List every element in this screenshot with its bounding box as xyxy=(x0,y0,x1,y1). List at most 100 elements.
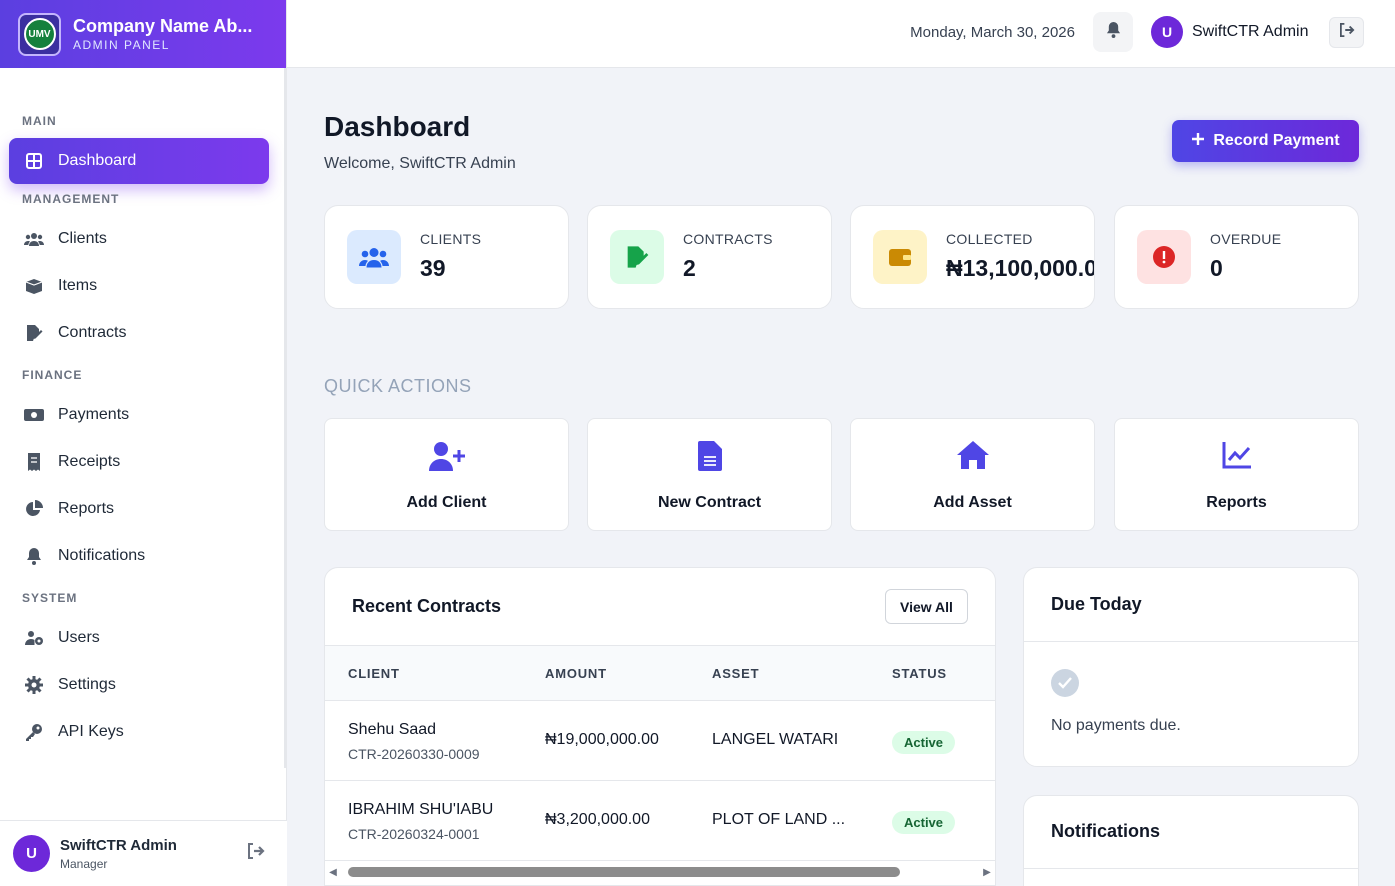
column-header-amount[interactable]: AMOUNT xyxy=(545,666,607,681)
money-bill-icon xyxy=(24,405,44,425)
welcome-text: Welcome, SwiftCTR Admin xyxy=(324,155,516,172)
avatar[interactable]: U xyxy=(13,835,50,872)
view-all-button[interactable]: View All xyxy=(885,589,968,624)
table-row[interactable]: Shehu Saad CTR-20260330-0009 ₦19,000,000… xyxy=(325,701,995,781)
quick-actions-title: QUICK ACTIONS xyxy=(324,376,472,396)
avatar: U xyxy=(1151,16,1183,48)
section-finance: FINANCE xyxy=(22,368,83,382)
sidebar-item-settings[interactable]: Settings xyxy=(0,662,269,708)
sidebar-item-dashboard[interactable]: Dashboard xyxy=(9,138,269,184)
page-title: Dashboard xyxy=(324,111,471,142)
user-plus-icon xyxy=(325,441,568,473)
status-badge: Active xyxy=(892,731,956,754)
pie-chart-icon xyxy=(24,499,44,519)
recent-contracts-title: Recent Contracts xyxy=(352,596,502,616)
contract-amount: ₦19,000,000.00 xyxy=(545,731,659,748)
logout-icon[interactable] xyxy=(247,843,265,864)
wallet-icon xyxy=(873,230,927,284)
plus-icon xyxy=(1191,132,1205,151)
new-contract-action[interactable]: New Contract xyxy=(587,418,832,531)
company-name: Company Name Ab... xyxy=(73,16,253,36)
alert-circle-icon xyxy=(1137,230,1191,284)
sidebar-item-receipts[interactable]: Receipts xyxy=(0,439,269,485)
sidebar-item-label: Notifications xyxy=(58,547,146,564)
status-badge: Active xyxy=(892,811,956,834)
sidebar-item-label: Reports xyxy=(58,500,115,517)
file-text-icon xyxy=(588,441,831,473)
table-row[interactable]: IBRAHIM SHU'IABU CTR-20260324-0001 ₦3,20… xyxy=(325,781,995,861)
current-date: Monday, March 30, 2026 xyxy=(910,24,1075,41)
user-menu[interactable]: U SwiftCTR Admin xyxy=(1151,16,1308,48)
sidebar-item-users[interactable]: Users xyxy=(0,615,269,661)
reports-action[interactable]: Reports xyxy=(1114,418,1359,531)
scroll-right-icon[interactable]: ▶ xyxy=(980,867,994,878)
column-header-client[interactable]: CLIENT xyxy=(348,666,400,681)
client-name: Shehu Saad xyxy=(348,721,437,738)
sidebar-item-label: Receipts xyxy=(58,453,121,470)
scroll-left-icon[interactable]: ◀ xyxy=(326,867,340,878)
contract-asset: LANGEL WATARI xyxy=(712,731,839,748)
users-icon xyxy=(347,230,401,284)
sidebar-item-items[interactable]: Items xyxy=(0,263,269,309)
stat-card-overdue: OVERDUE 0 xyxy=(1114,205,1359,309)
section-main: MAIN xyxy=(22,114,57,128)
stat-card-clients: CLIENTS 39 xyxy=(324,205,569,309)
grid-icon xyxy=(24,151,44,171)
gear-icon xyxy=(24,675,44,695)
scrollbar-thumb[interactable] xyxy=(348,867,900,877)
stat-value: 0 xyxy=(1210,255,1223,281)
logout-icon xyxy=(1339,23,1355,42)
company-logo: UMV xyxy=(18,12,61,56)
sidebar-item-label: Items xyxy=(58,277,98,294)
add-asset-action[interactable]: Add Asset xyxy=(850,418,1095,531)
stat-label: CLIENTS xyxy=(420,231,482,247)
sidebar-item-api-keys[interactable]: API Keys xyxy=(0,709,269,755)
stat-value: ₦13,100,000.00 xyxy=(946,255,1095,281)
sidebar-user-name: SwiftCTR Admin xyxy=(60,836,177,854)
sidebar-user-footer: U SwiftCTR Admin Manager xyxy=(0,820,287,886)
stat-card-contracts: CONTRACTS 2 xyxy=(587,205,832,309)
stat-card-collected: COLLECTED ₦13,100,000.00 xyxy=(850,205,1095,309)
sidebar: UMV Company Name Ab... ADMIN PANEL MAIN … xyxy=(0,0,287,886)
bell-icon xyxy=(1106,21,1121,43)
notifications-button[interactable] xyxy=(1093,12,1133,52)
notifications-title: Notifications xyxy=(1051,821,1161,841)
contract-asset: PLOT OF LAND ... xyxy=(712,811,846,828)
bell-icon xyxy=(24,546,44,566)
home-icon xyxy=(851,441,1094,473)
sidebar-scrollbar[interactable] xyxy=(284,68,287,768)
contract-id: CTR-20260330-0009 xyxy=(348,746,480,762)
table-header: CLIENT AMOUNT ASSET STATUS xyxy=(325,646,995,701)
record-payment-button[interactable]: Record Payment xyxy=(1172,120,1359,162)
stat-value: 39 xyxy=(420,255,446,281)
section-system: SYSTEM xyxy=(22,591,78,605)
sidebar-item-label: Users xyxy=(58,629,100,646)
key-icon xyxy=(24,722,44,742)
stat-label: CONTRACTS xyxy=(683,231,773,247)
column-header-asset[interactable]: ASSET xyxy=(712,666,759,681)
sidebar-item-label: API Keys xyxy=(58,723,124,740)
column-header-status[interactable]: STATUS xyxy=(892,666,947,681)
sidebar-item-payments[interactable]: Payments xyxy=(0,392,269,438)
user-name: SwiftCTR Admin xyxy=(1192,23,1309,40)
sidebar-item-label: Contracts xyxy=(58,324,127,341)
box-icon xyxy=(24,276,44,296)
sidebar-item-notifications[interactable]: Notifications xyxy=(0,533,269,579)
logout-button[interactable] xyxy=(1329,17,1364,48)
sidebar-item-clients[interactable]: Clients xyxy=(0,216,269,262)
stat-label: OVERDUE xyxy=(1210,231,1282,247)
contract-amount: ₦3,200,000.00 xyxy=(545,811,650,828)
admin-panel-label: ADMIN PANEL xyxy=(73,38,170,52)
no-payments-message: No payments due. xyxy=(1051,717,1181,734)
users-icon xyxy=(24,229,44,249)
table-horizontal-scrollbar[interactable]: ◀ ▶ xyxy=(326,865,994,879)
users-cog-icon xyxy=(24,628,44,648)
brand-header[interactable]: UMV Company Name Ab... ADMIN PANEL xyxy=(0,0,286,68)
receipt-icon xyxy=(24,452,44,472)
due-today-panel: Due Today No payments due. xyxy=(1023,567,1359,767)
sidebar-item-contracts[interactable]: Contracts xyxy=(0,310,269,356)
notifications-panel: Notifications xyxy=(1023,795,1359,886)
sidebar-item-reports[interactable]: Reports xyxy=(0,486,269,532)
sidebar-user-role: Manager xyxy=(60,856,108,871)
add-client-action[interactable]: Add Client xyxy=(324,418,569,531)
